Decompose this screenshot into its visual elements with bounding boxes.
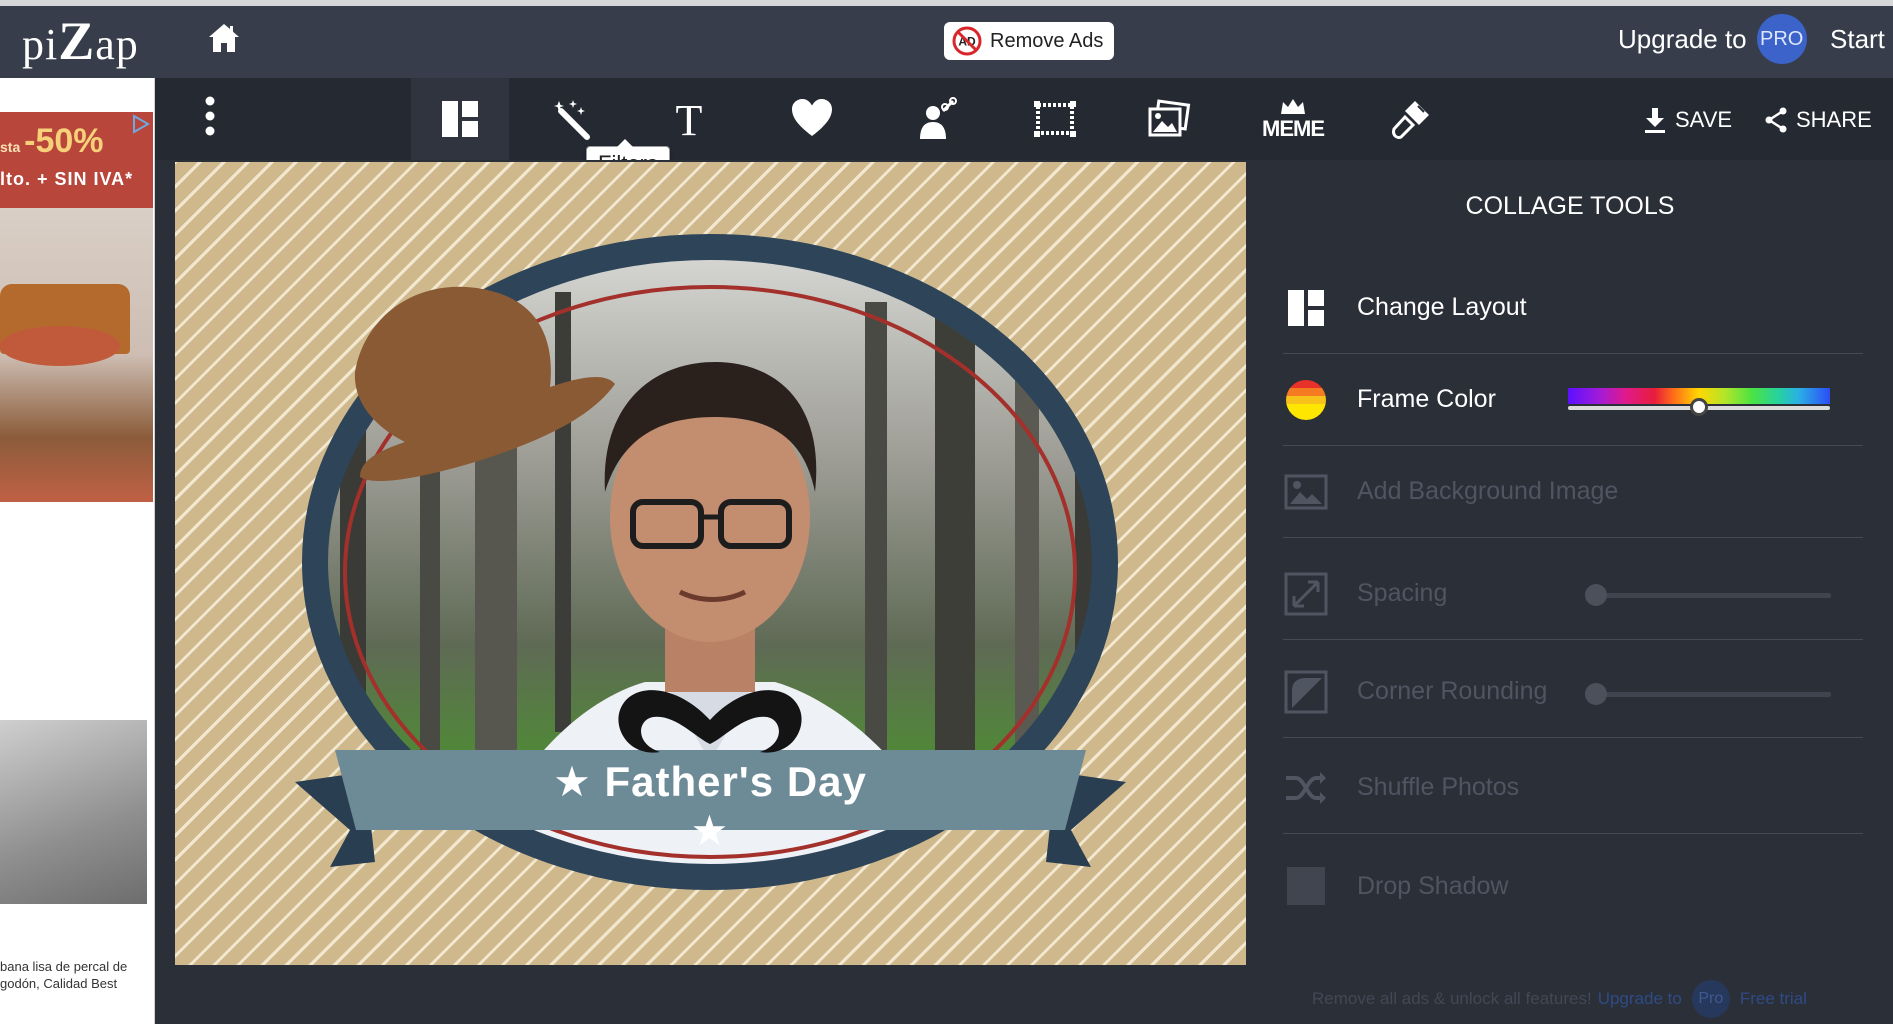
footer-free-trial-link[interactable]: Free trial: [1740, 989, 1807, 1009]
change-layout-label: Change Layout: [1357, 293, 1527, 321]
corner-rounding-slider-thumb[interactable]: [1585, 683, 1607, 705]
footer-pro-badge[interactable]: Pro: [1691, 980, 1730, 1018]
remove-ads-label: Remove Ads: [990, 29, 1104, 52]
svg-text:T: T: [676, 97, 703, 141]
border-frame-icon: [1034, 101, 1076, 137]
start-link[interactable]: Start: [1830, 24, 1885, 55]
shadow-icon: [1283, 863, 1329, 909]
corner-icon: [1283, 669, 1329, 715]
frame-color-label: Frame Color: [1357, 385, 1496, 413]
save-label: SAVE: [1675, 107, 1733, 132]
top-header: piZap AD Remove Ads Upgrade to PRO Start: [0, 6, 1893, 78]
fathers-day-banner-text: ★ Father's Day ★: [553, 758, 867, 854]
add-background-image-label: Add Background Image: [1357, 477, 1619, 505]
more-options-icon[interactable]: [200, 94, 220, 138]
spacing-slider-thumb[interactable]: [1585, 584, 1607, 606]
logo-suffix: ap: [95, 20, 139, 69]
magic-wand-icon: [554, 100, 590, 140]
home-icon[interactable]: [206, 20, 242, 56]
logo-big-letter: Z: [58, 11, 96, 71]
upgrade-footer: Remove all ads & unlock all features! Up…: [1312, 980, 1807, 1018]
spacing-label: Spacing: [1357, 579, 1448, 607]
touch-up-tool[interactable]: [1362, 78, 1460, 160]
ad-tax-text: lto. + SIN IVA*: [0, 169, 134, 189]
adchoices-icon[interactable]: [130, 114, 152, 134]
borders-tool[interactable]: [1006, 78, 1104, 160]
ad-sale-text: sta -50%: [0, 122, 104, 160]
corner-rounding-slider[interactable]: [1585, 683, 1837, 705]
color-slider-thumb[interactable]: [1690, 398, 1708, 416]
ad-rug-image: [0, 326, 120, 366]
app-root: piZap AD Remove Ads Upgrade to PRO Start…: [0, 0, 1893, 1024]
color-wheel-icon: [1283, 377, 1329, 423]
download-icon: [1645, 108, 1665, 133]
meme-label: MEME: [1262, 116, 1325, 141]
remove-ads-button[interactable]: AD Remove Ads: [944, 22, 1114, 60]
shuffle-photos-label: Shuffle Photos: [1357, 773, 1520, 801]
brush-icon: [1392, 101, 1429, 139]
collage-canvas[interactable]: ★ Father's Day ★: [175, 162, 1246, 965]
cutout-person-icon: [920, 97, 957, 139]
share-label: SHARE: [1796, 107, 1872, 132]
spacing-slider-track: [1599, 593, 1831, 598]
panel-title: COLLAGE TOOLS: [1465, 192, 1675, 220]
shuffle-photos-item[interactable]: Shuffle Photos: [1283, 742, 1863, 834]
resize-icon: [1283, 571, 1329, 617]
shuffle-icon: [1283, 765, 1329, 811]
ad-bedding-image[interactable]: [0, 720, 147, 904]
layout-icon: [1283, 285, 1329, 331]
ad-caption[interactable]: bana lisa de percal de godón, Calidad Be…: [0, 958, 150, 992]
pizap-logo[interactable]: piZap: [22, 14, 139, 69]
paint-tool[interactable]: [888, 78, 986, 160]
meme-tool[interactable]: MEME: [1244, 78, 1342, 160]
save-button[interactable]: SAVE: [1643, 104, 1732, 136]
pro-badge: PRO: [1756, 14, 1807, 64]
footer-upgrade-link[interactable]: Upgrade to: [1598, 989, 1682, 1009]
add-background-image-item[interactable]: Add Background Image: [1283, 446, 1863, 538]
layout-icon: [442, 101, 478, 137]
corner-rounding-slider-track: [1599, 692, 1831, 697]
photos-tool[interactable]: [1120, 78, 1218, 160]
upgrade-to-pro-button[interactable]: Upgrade to PRO: [1618, 14, 1807, 64]
collage-layout-tool[interactable]: [411, 78, 509, 160]
advertisement-column: sta -50% lto. + SIN IVA* bana lisa de pe…: [0, 78, 155, 1024]
frame-color-slider[interactable]: [1568, 388, 1830, 418]
drop-shadow-item[interactable]: Drop Shadow: [1283, 840, 1863, 932]
change-layout-item[interactable]: Change Layout: [1283, 262, 1863, 354]
heart-icon: [792, 99, 832, 136]
footer-text: Remove all ads & unlock all features!: [1312, 989, 1592, 1008]
drop-shadow-label: Drop Shadow: [1357, 871, 1509, 900]
corner-rounding-label: Corner Rounding: [1357, 677, 1548, 705]
photo-stack-icon: [1148, 99, 1191, 137]
no-ads-icon: AD: [952, 26, 982, 56]
spacing-slider[interactable]: [1585, 584, 1837, 606]
crown-icon: [1281, 99, 1305, 114]
text-icon: T: [676, 97, 703, 141]
stickers-tool[interactable]: [763, 78, 861, 160]
image-icon: [1283, 469, 1329, 515]
share-button[interactable]: SHARE: [1764, 104, 1872, 136]
upgrade-label: Upgrade to: [1618, 23, 1747, 54]
share-icon: [1765, 107, 1787, 133]
logo-prefix: pi: [22, 20, 59, 69]
